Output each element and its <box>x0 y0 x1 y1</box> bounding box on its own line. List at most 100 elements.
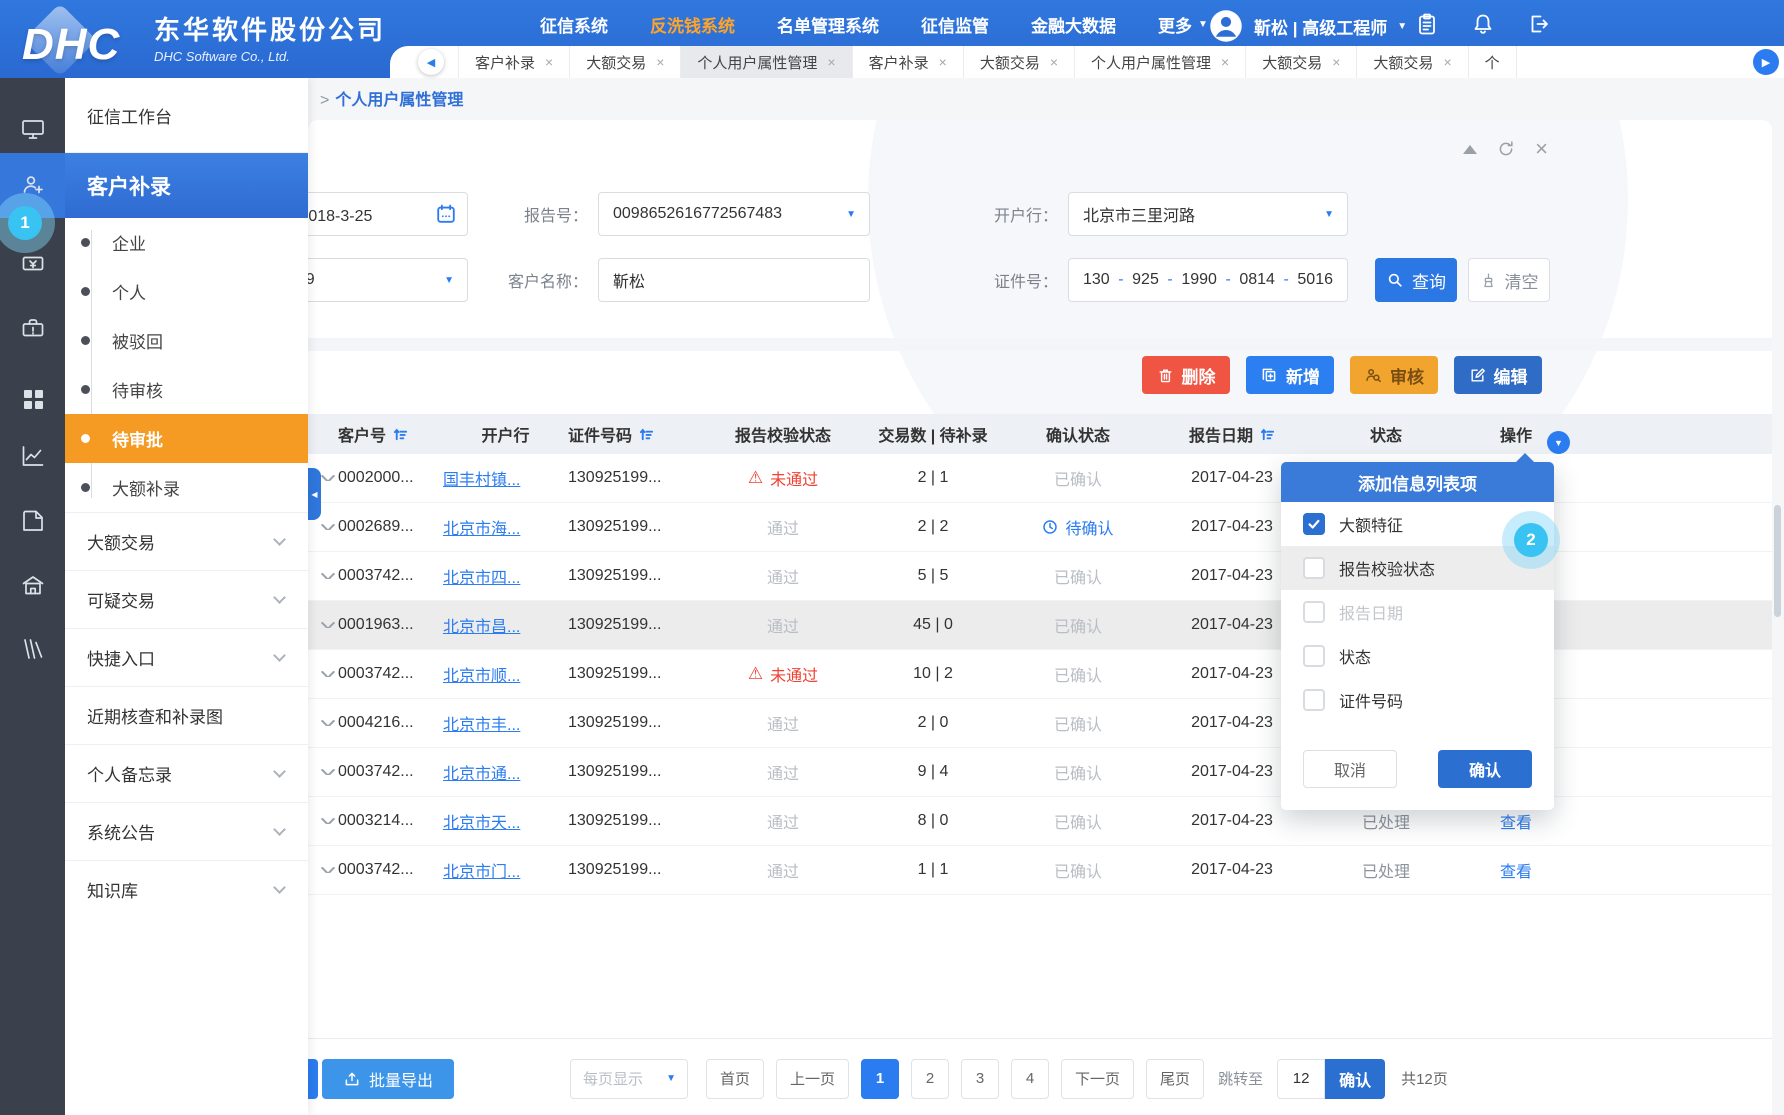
sidebar-group-customer-supplement[interactable]: 客户补录 <box>65 153 308 218</box>
page-size-select[interactable]: 每页显示 ▼ <box>570 1059 688 1099</box>
tab-item[interactable]: 大额交易 × <box>1357 46 1468 78</box>
chart-icon[interactable] <box>20 443 46 469</box>
bell-icon[interactable] <box>1471 12 1495 36</box>
sidebar-sub-item[interactable]: 待审核 <box>65 365 308 414</box>
prev-page-button[interactable]: 上一页 <box>776 1059 849 1099</box>
customer-name-field[interactable] <box>598 258 870 302</box>
bank-link[interactable]: 北京市通... <box>443 760 520 784</box>
row-expand-icon[interactable] <box>321 475 335 481</box>
col-action[interactable]: 操作 ▼ <box>1456 422 1576 446</box>
confirm-button[interactable]: 确认 <box>1438 750 1532 788</box>
sidebar-group-item[interactable]: 快捷入口 <box>65 628 308 686</box>
breadcrumb-label[interactable]: 个人用户属性管理 <box>335 92 463 109</box>
bank-link[interactable]: 北京市天... <box>443 809 520 833</box>
calendar-icon[interactable] <box>435 203 457 225</box>
bank-link[interactable]: 北京市门... <box>443 858 520 882</box>
sidebar-group-item[interactable]: 可疑交易 <box>65 570 308 628</box>
bank-link[interactable]: 北京市四... <box>443 564 520 588</box>
archive-icon[interactable] <box>20 508 46 534</box>
sort-icon[interactable] <box>393 427 408 442</box>
sidebar-group-item[interactable]: 个人备忘录 <box>65 744 308 802</box>
nav-item[interactable]: 名单管理系统 ▼ <box>777 12 879 37</box>
sidebar-group-item[interactable]: 知识库 <box>65 860 308 918</box>
nav-item[interactable]: 更多 ▼ <box>1158 12 1208 37</box>
column-option[interactable]: 报告校验状态 <box>1281 546 1554 590</box>
page-number-button[interactable]: 2 <box>911 1059 949 1099</box>
tab-close-icon[interactable]: × <box>1443 54 1451 70</box>
row-expand-icon[interactable] <box>321 671 335 677</box>
bank-link[interactable]: 北京市海... <box>443 515 520 539</box>
date-to-field[interactable]: 至 2018-3-25 <box>308 192 468 236</box>
view-link[interactable]: 查看 <box>1500 809 1532 833</box>
tab-scroll-left-icon[interactable]: ◀ <box>418 49 444 75</box>
jump-confirm-button[interactable]: 确认 <box>1325 1059 1385 1099</box>
col-confirm-status[interactable]: 确认状态 <box>1008 422 1148 446</box>
tab-item[interactable]: 个人用户属性管理 × <box>1075 46 1246 78</box>
tab-close-icon[interactable]: × <box>1332 54 1340 70</box>
collapse-icon[interactable] <box>1463 145 1477 154</box>
cert-no-field[interactable]: 130 - 925 - 1990 - 0814 - 5016 <box>1068 258 1348 302</box>
customer-add-icon[interactable] <box>20 172 46 198</box>
edit-button[interactable]: 编辑 <box>1454 356 1542 394</box>
batch-export-button[interactable]: 批量导出 <box>322 1059 454 1099</box>
clear-button[interactable]: 清空 <box>1468 258 1550 302</box>
next-page-button[interactable]: 下一页 <box>1061 1059 1134 1099</box>
first-page-button[interactable]: 首页 <box>706 1059 764 1099</box>
sidebar-sub-item[interactable]: 企业 <box>65 218 308 267</box>
bank-select[interactable]: 北京市三里河路 ▼ <box>1068 192 1348 236</box>
tab-item[interactable]: 大额交易 × <box>570 46 681 78</box>
row-expand-icon[interactable] <box>321 573 335 579</box>
bank-link[interactable]: 北京市顺... <box>443 662 520 686</box>
sidebar-item-workbench[interactable]: 征信工作台 <box>65 78 308 153</box>
nav-item[interactable]: 征信系统 ▼ <box>540 12 608 37</box>
nav-item[interactable]: 金融大数据 ▼ <box>1031 12 1116 37</box>
column-option[interactable]: 状态 <box>1281 634 1554 678</box>
page-number-button[interactable]: 4 <box>1011 1059 1049 1099</box>
bank-link[interactable]: 北京市丰... <box>443 711 520 735</box>
logout-icon[interactable] <box>1527 12 1551 36</box>
briefcase-alert-icon[interactable] <box>20 316 46 342</box>
column-settings-button[interactable]: ▼ <box>1547 431 1570 454</box>
tab-close-icon[interactable]: × <box>827 54 835 70</box>
col-bank[interactable]: 开户行 <box>443 422 568 446</box>
table-row[interactable]: 0003742... 北京市门... 130925199... ⚠ 通过 1 |… <box>308 846 1772 895</box>
sidebar-group-item[interactable]: 近期核查和补录图 <box>65 686 308 744</box>
sidebar-sub-item[interactable]: 大额补录 <box>65 463 308 512</box>
last-page-button[interactable]: 尾页 <box>1146 1059 1204 1099</box>
row-expand-icon[interactable] <box>321 622 335 628</box>
col-customer-no[interactable]: 客户号 <box>338 422 443 446</box>
cash-icon[interactable] <box>20 250 46 276</box>
col-trans-count[interactable]: 交易数 | 待补录 <box>858 422 1008 446</box>
user-menu[interactable]: 靳松 | 高级工程师 ▼ <box>1208 6 1407 46</box>
tab-item[interactable]: 客户补录 × <box>458 46 570 78</box>
tab-item[interactable]: 个人用户属性管理 × <box>681 46 852 78</box>
sort-icon[interactable] <box>1260 427 1275 442</box>
audit-button[interactable]: 审核 <box>1350 356 1438 394</box>
delete-button[interactable]: 删除 <box>1142 356 1230 394</box>
cancel-button[interactable]: 取消 <box>1303 750 1397 788</box>
checkbox[interactable] <box>1303 557 1325 579</box>
grid-icon[interactable] <box>20 386 46 412</box>
checkbox[interactable] <box>1303 601 1325 623</box>
nav-item[interactable]: 反洗钱系统 ▼ <box>650 12 735 37</box>
sidebar-group-item[interactable]: 大额交易 <box>65 512 308 570</box>
home-box-icon[interactable] <box>20 573 46 599</box>
checkbox[interactable] <box>1303 513 1325 535</box>
search-button[interactable]: 查询 <box>1375 258 1457 302</box>
col-status[interactable]: 状态 <box>1316 422 1456 446</box>
checkbox[interactable] <box>1303 689 1325 711</box>
tab-close-icon[interactable]: × <box>656 54 664 70</box>
tab-item[interactable]: 大额交易 × <box>964 46 1075 78</box>
view-link[interactable]: 查看 <box>1500 858 1532 882</box>
scrollbar-thumb[interactable] <box>1774 505 1781 617</box>
checkbox[interactable] <box>1303 645 1325 667</box>
refresh-icon[interactable] <box>1497 140 1515 158</box>
row-expand-icon[interactable] <box>321 524 335 530</box>
row-expand-icon[interactable] <box>321 818 335 824</box>
tab-close-icon[interactable]: × <box>939 54 947 70</box>
customer-name-input[interactable] <box>613 271 855 289</box>
tab-scroll-right-icon[interactable]: ▶ <box>1753 49 1779 75</box>
bank-link[interactable]: 国丰村镇... <box>443 466 520 490</box>
desktop-icon[interactable] <box>20 116 46 142</box>
account-select[interactable]: 5609 ▼ <box>308 258 468 302</box>
